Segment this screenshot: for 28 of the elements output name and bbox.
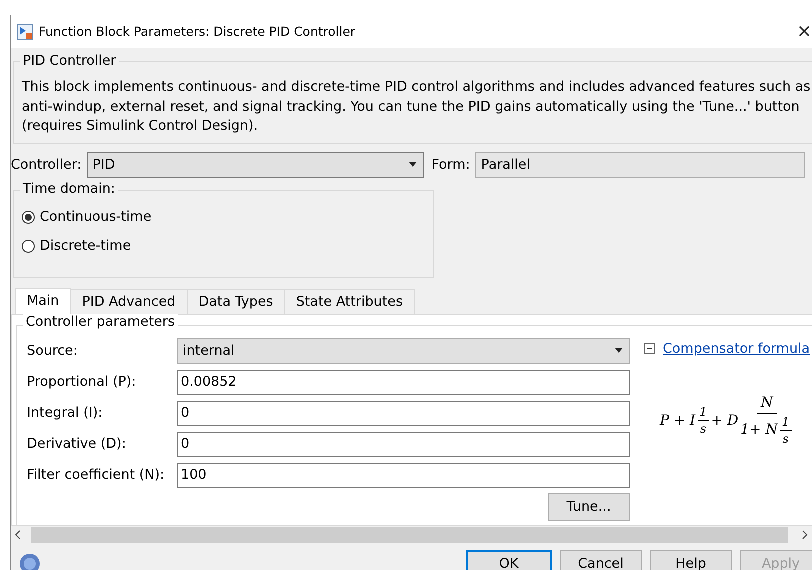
field-label: Form: (432, 156, 470, 172)
radio-label: Continuous-time (40, 209, 152, 225)
controller-dropdown[interactable]: PID (86, 152, 424, 178)
field-label: Filter coefficient (N): (27, 467, 166, 483)
field-label: Integral (I): (27, 405, 104, 421)
field-label: Source: (27, 342, 79, 358)
tab[interactable]: State Attributes (284, 288, 415, 314)
group-title: Time domain: (20, 180, 118, 196)
window-title: Function Block Parameters: Discrete PID Controller (39, 24, 357, 39)
block-description: This block implements continuous- and discrete-time PID control algorithms and includes advanced features such as anti-windup, external reset, and signal tracking. You can tune the PID gains automatically using the 'Tune...' button (requires Simulink Control Design). (22, 78, 812, 136)
tab[interactable]: Main (15, 288, 72, 314)
compensator-formula-link[interactable]: Compensator formula (663, 340, 810, 356)
dialog-button[interactable]: Help (650, 550, 732, 570)
group-title: Controller parameters (23, 314, 178, 330)
input-field[interactable]: 0 (177, 432, 630, 456)
close-button[interactable]: × (796, 21, 812, 42)
field-label: Controller: (11, 156, 82, 172)
field-label: Proportional (P): (27, 374, 138, 390)
dialog-button[interactable]: OK (466, 550, 552, 570)
input-field[interactable]: 100 (177, 462, 630, 488)
radio-label: Discrete-time (40, 238, 132, 254)
input-field[interactable]: 0 (177, 400, 630, 426)
tune-button[interactable]: Tune... (548, 492, 630, 520)
field-label: Derivative (D): (27, 436, 128, 452)
source-dropdown[interactable]: internal (177, 338, 630, 364)
input-field[interactable]: 0.00852 (177, 370, 630, 394)
dialog-button[interactable]: Cancel (560, 550, 642, 570)
form-field[interactable]: Parallel (475, 152, 806, 178)
